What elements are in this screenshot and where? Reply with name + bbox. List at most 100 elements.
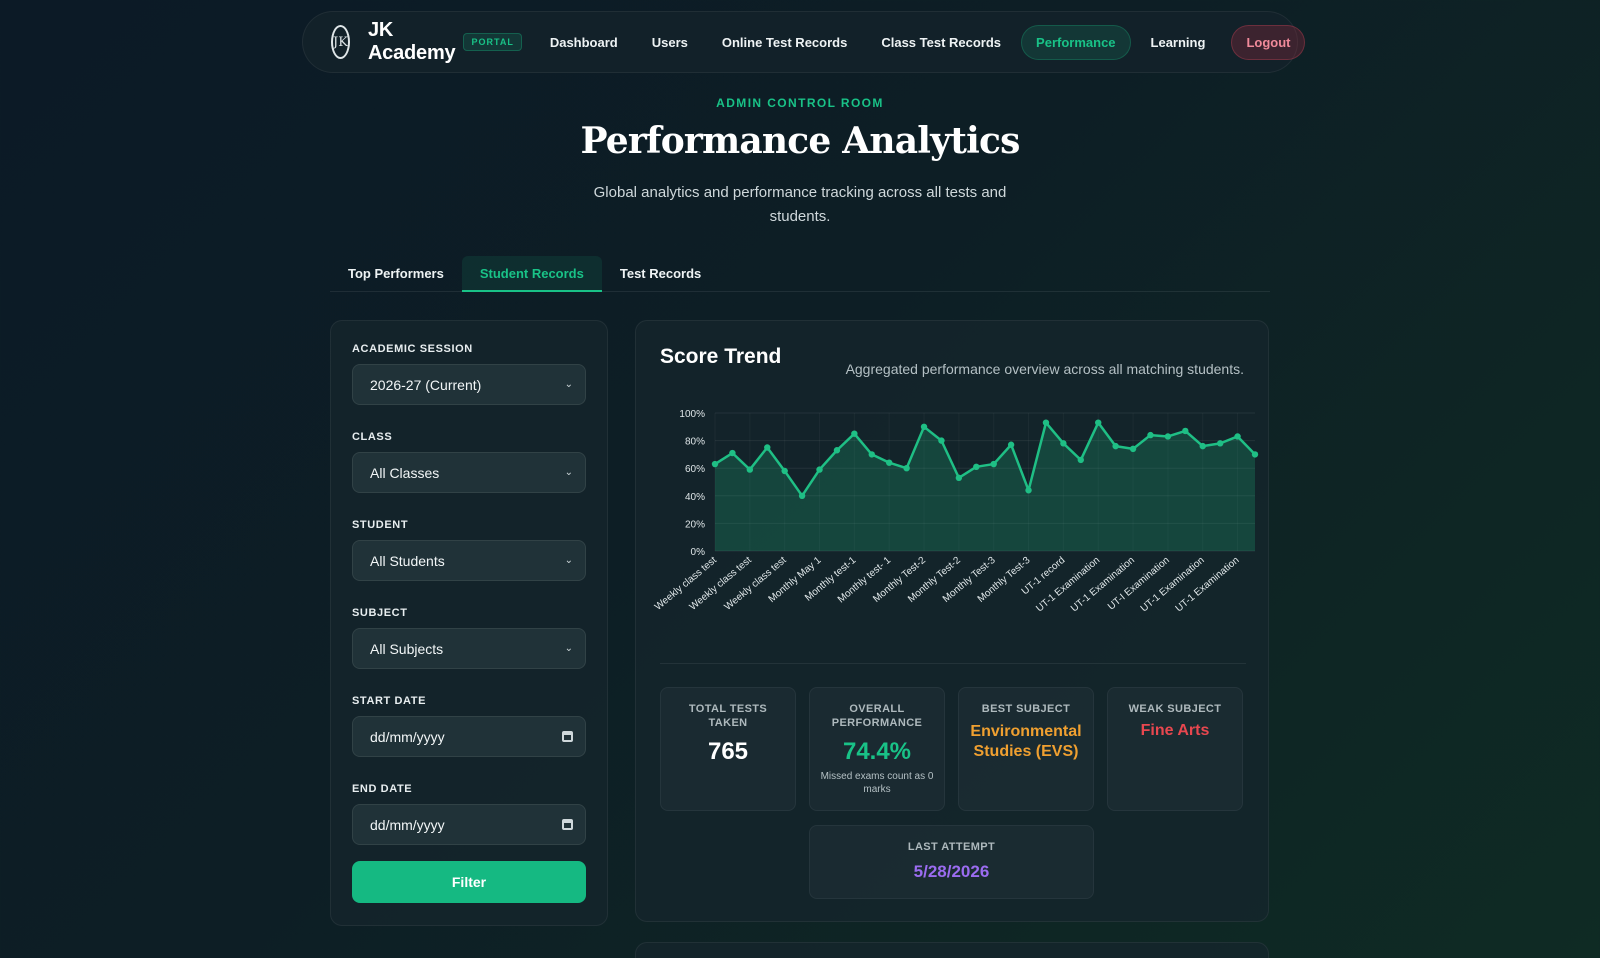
- chevron-down-icon: ⌄: [564, 467, 573, 478]
- end-date-label: END DATE: [352, 783, 413, 795]
- data-point: [1199, 442, 1206, 450]
- filter-panel: ACADEMIC SESSION 2026-27 (Current) ⌄ CLA…: [330, 320, 608, 926]
- nav-users[interactable]: Users: [638, 26, 702, 59]
- class-field: CLASS All Classes ⌄: [352, 431, 586, 493]
- student-select[interactable]: All Students ⌄: [352, 540, 586, 581]
- subject-select[interactable]: All Subjects ⌄: [352, 628, 586, 669]
- overall-performance-card: OVERALL PERFORMANCE 74.4% Missed exams c…: [809, 687, 945, 811]
- data-point: [1112, 442, 1119, 450]
- start-date-label: START DATE: [352, 695, 427, 707]
- session-label: ACADEMIC SESSION: [352, 343, 473, 355]
- nav-class-test-records[interactable]: Class Test Records: [867, 26, 1015, 59]
- start-date-input[interactable]: dd/mm/yyyy: [352, 716, 586, 757]
- last-attempt-card: LAST ATTEMPT 5/28/2026: [809, 825, 1094, 899]
- eyebrow-label: ADMIN CONTROL ROOM: [716, 96, 884, 110]
- data-point: [746, 466, 754, 473]
- end-date-placeholder: dd/mm/yyyy: [370, 816, 445, 833]
- weak-subject-value: Fine Arts: [1140, 722, 1210, 739]
- overall-performance-note: Missed exams count as 0 marks: [820, 771, 934, 795]
- data-point: [1234, 433, 1241, 440]
- subject-field: SUBJECT All Subjects ⌄: [352, 607, 586, 669]
- data-point: [973, 463, 980, 471]
- data-point: [1095, 419, 1102, 426]
- y-tick-label: 0%: [691, 547, 706, 558]
- filter-button[interactable]: Filter: [352, 861, 586, 903]
- data-point: [1147, 431, 1154, 439]
- data-point: [1042, 419, 1050, 426]
- end-date-input[interactable]: dd/mm/yyyy: [352, 804, 586, 845]
- total-tests-label: TOTAL TESTS TAKEN: [688, 703, 768, 729]
- y-tick-label: 20%: [685, 519, 705, 530]
- data-point: [990, 460, 997, 468]
- x-tick-label: UT-1 Examination: [1174, 555, 1242, 615]
- data-point: [781, 467, 788, 475]
- score-trend-description: Aggregated performance overview across a…: [845, 361, 1244, 377]
- student-field: STUDENT All Students ⌄: [352, 519, 586, 581]
- data-point: [833, 447, 841, 454]
- tab-test-records[interactable]: Test Records: [602, 256, 719, 292]
- total-tests-value: 765: [707, 738, 749, 765]
- score-trend-panel: Score Trend Aggregated performance overv…: [635, 320, 1269, 922]
- next-panel: [635, 942, 1269, 958]
- chevron-down-icon: ⌄: [564, 643, 573, 654]
- end-date-field: END DATE dd/mm/yyyy: [352, 783, 586, 845]
- calendar-icon[interactable]: [562, 819, 573, 830]
- portal-badge: PORTAL: [463, 33, 522, 51]
- data-point: [1182, 427, 1189, 435]
- data-point: [816, 466, 823, 473]
- tab-top-performers[interactable]: Top Performers: [330, 256, 462, 292]
- data-point: [1077, 456, 1085, 464]
- score-trend-title: Score Trend: [660, 345, 782, 368]
- score-trend-chart: 0% 20% 40% 60% 80% 100% Weekly class testWeekl…: [653, 409, 1259, 615]
- chevron-down-icon: ⌄: [564, 379, 573, 390]
- data-point: [798, 492, 806, 499]
- start-date-field: START DATE dd/mm/yyyy: [352, 695, 586, 757]
- data-point: [1164, 433, 1172, 440]
- class-label: CLASS: [352, 431, 393, 443]
- nav-dashboard[interactable]: Dashboard: [536, 26, 632, 59]
- overall-performance-value: 74.4%: [842, 738, 912, 765]
- x-tick-label: Weekly class test: [653, 555, 719, 613]
- class-value: All Classes: [370, 464, 440, 481]
- weak-subject-card: WEAK SUBJECT Fine Arts: [1107, 687, 1243, 811]
- data-point: [1060, 440, 1067, 447]
- nav-performance[interactable]: Performance: [1021, 24, 1131, 60]
- page-title: Performance Analytics: [580, 120, 1020, 162]
- student-label: STUDENT: [352, 519, 409, 531]
- logout-button[interactable]: Logout: [1231, 24, 1306, 60]
- data-point: [1216, 440, 1224, 447]
- x-tick-label: UT-1 Examination: [1069, 555, 1137, 615]
- tab-student-records[interactable]: Student Records: [461, 256, 602, 292]
- student-value: All Students: [370, 552, 445, 569]
- start-date-placeholder: dd/mm/yyyy: [370, 728, 445, 745]
- y-tick-label: 80%: [685, 437, 705, 448]
- session-value: 2026-27 (Current): [370, 376, 482, 393]
- nav-learning[interactable]: Learning: [1137, 26, 1220, 59]
- last-attempt-label: LAST ATTEMPT: [907, 841, 996, 853]
- data-point: [711, 460, 719, 468]
- last-attempt-value: 5/28/2026: [913, 862, 990, 881]
- weak-subject-label: WEAK SUBJECT: [1128, 703, 1222, 715]
- data-point: [1025, 487, 1032, 494]
- page-subtitle: Global analytics and performance trackin…: [593, 184, 1007, 225]
- data-point: [764, 444, 771, 451]
- calendar-icon[interactable]: [562, 731, 573, 742]
- academy-logo-icon[interactable]: JK: [331, 25, 350, 59]
- class-select[interactable]: All Classes ⌄: [352, 452, 586, 493]
- data-point: [920, 423, 928, 430]
- best-subject-label: BEST SUBJECT: [981, 703, 1071, 715]
- best-subject-value: Environmental Studies (EVS): [970, 723, 1082, 760]
- chevron-down-icon: ⌄: [564, 555, 573, 566]
- data-point: [729, 449, 736, 457]
- data-point: [938, 437, 945, 444]
- logo-text: JK: [333, 34, 348, 50]
- data-point: [885, 459, 893, 466]
- session-select[interactable]: 2026-27 (Current) ⌄: [352, 364, 586, 405]
- nav-online-test-records[interactable]: Online Test Records: [708, 26, 861, 59]
- y-tick-label: 60%: [685, 464, 705, 475]
- subject-label: SUBJECT: [352, 607, 408, 619]
- brand-name[interactable]: JK Academy: [368, 19, 456, 65]
- overall-performance-label: OVERALL PERFORMANCE: [831, 703, 923, 729]
- total-tests-card: TOTAL TESTS TAKEN 765: [660, 687, 796, 811]
- y-tick-label: 100%: [679, 409, 705, 420]
